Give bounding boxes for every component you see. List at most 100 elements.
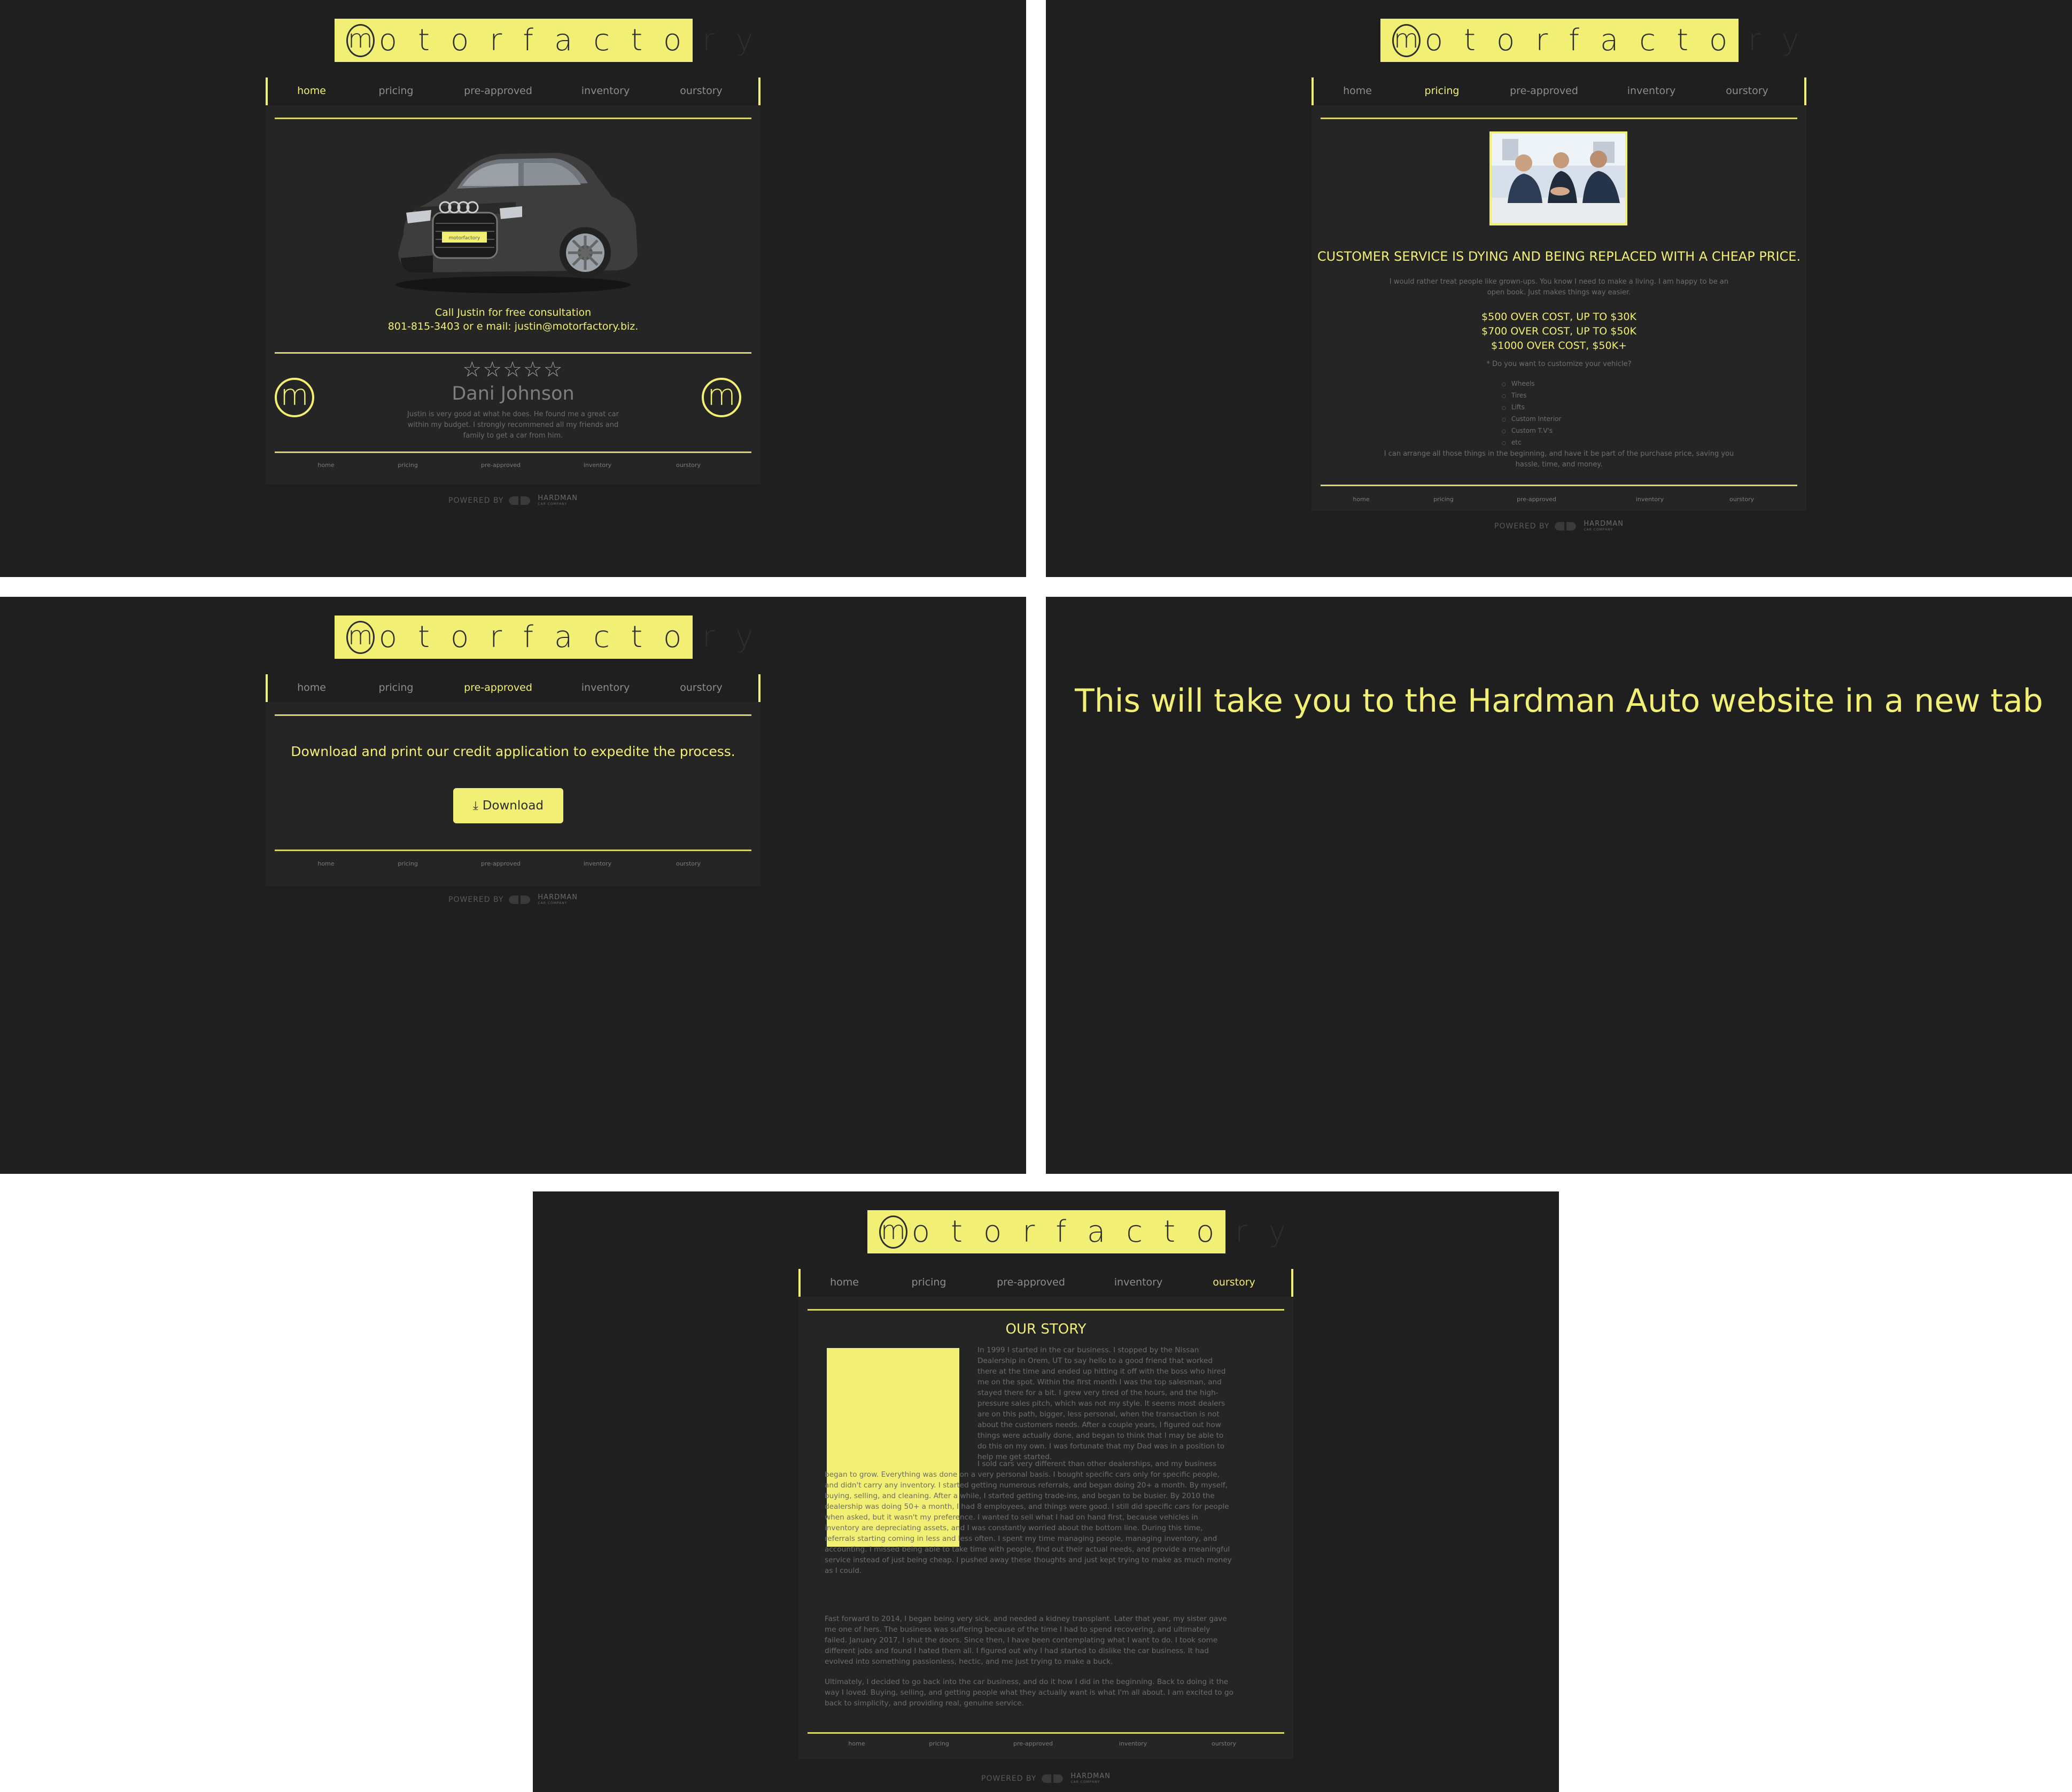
nav-inventory[interactable]: inventory — [581, 682, 630, 694]
logo-wordmark: otorfactory — [911, 1214, 1307, 1249]
powered-by[interactable]: POWERED BY HARDMAN CAR COMPANY — [1494, 520, 1624, 532]
list-item: Custom T.V's — [1502, 425, 1561, 437]
footer-nav-pricing[interactable]: pricing — [1433, 496, 1454, 503]
list-item: Lifts — [1502, 402, 1561, 414]
nav-home[interactable]: home — [1343, 85, 1372, 97]
list-item: Custom Interior — [1502, 414, 1562, 425]
footer-nav-home[interactable]: home — [317, 462, 334, 469]
download-label: Download — [482, 799, 544, 813]
footer-nav-home[interactable]: home — [317, 860, 334, 867]
nav-inventory[interactable]: inventory — [1627, 85, 1675, 97]
footer-nav-ourstory[interactable]: ourstory — [1212, 1740, 1236, 1747]
hardman-logo-icon — [1042, 1774, 1065, 1783]
price-tier-3: $1000 OVER COST, $50K+ — [1491, 340, 1627, 352]
rating-stars: ☆☆☆☆☆ — [462, 357, 564, 382]
site-logo[interactable]: m otorfactory — [335, 615, 753, 659]
powered-by[interactable]: POWERED BY HARDMAN CAR COMPANY — [981, 1773, 1111, 1784]
nav-inventory[interactable]: inventory — [581, 85, 630, 97]
car-image: motorfactory — [395, 153, 638, 293]
footer-nav-inventory[interactable]: inventory — [1119, 1740, 1147, 1747]
ourstory-page-screenshot: m otorfactory home pricing pre-approved … — [533, 1191, 1559, 1792]
divider — [808, 1309, 1284, 1311]
footer-nav-preapproved[interactable]: pre-approved — [1013, 1740, 1053, 1747]
divider — [275, 714, 751, 716]
powered-by[interactable]: POWERED BY HARDMAN CAR COMPANY — [448, 894, 578, 905]
main-nav: home pricing pre-approved inventory ours… — [266, 77, 760, 105]
price-tier-1: $500 OVER COST, UP TO $30K — [1481, 311, 1636, 323]
home-page-screenshot: m otorfactory home pricing pre-approved … — [0, 0, 1026, 577]
hardman-sub: CAR COMPANY — [538, 901, 568, 905]
pricing-page: m otorfactory home pricing pre-approved … — [1046, 0, 2072, 577]
footer-nav-inventory[interactable]: inventory — [584, 462, 611, 469]
footer-nav-inventory[interactable]: inventory — [1636, 496, 1664, 503]
hardman-name: HARDMAN — [1070, 1772, 1111, 1780]
footer-nav-ourstory[interactable]: ourstory — [1729, 496, 1754, 503]
nav-pricing[interactable]: pricing — [1425, 85, 1460, 97]
main-nav: home pricing pre-approved inventory ours… — [1312, 77, 1806, 105]
list-item: Wheels — [1502, 378, 1561, 390]
nav-home[interactable]: home — [830, 1276, 859, 1288]
hardman-logo-icon — [1555, 521, 1578, 531]
customize-list: Wheels Tires Lifts Custom Interior Custo… — [1502, 378, 1562, 449]
divider — [275, 850, 751, 851]
divider — [1321, 118, 1797, 119]
pricing-intro: I would rather treat people like grown-u… — [1389, 278, 1729, 297]
nav-preapproved[interactable]: pre-approved — [464, 85, 532, 97]
cta-line-1: Call Justin for free consultation — [434, 307, 592, 318]
nav-preapproved[interactable]: pre-approved — [464, 682, 532, 694]
footer-nav-pricing[interactable]: pricing — [929, 1740, 949, 1747]
list-item: etc — [1502, 437, 1561, 449]
nav-home[interactable]: home — [297, 682, 326, 694]
cta-line-2[interactable]: 801-815-3403 or e mail: justin@motorfact… — [0, 320, 1026, 333]
story-paragraph-1: In 1999 I started in the car business. I… — [977, 1346, 1226, 1461]
price-tier-2: $700 OVER COST, UP TO $50K — [1481, 325, 1636, 337]
logo-wordmark: otorfactory — [378, 619, 774, 655]
site-logo[interactable]: m otorfactory — [867, 1210, 1286, 1253]
footer-nav-inventory[interactable]: inventory — [584, 860, 611, 867]
footer-nav-pricing[interactable]: pricing — [398, 462, 418, 469]
logo-wordmark: otorfactory — [1424, 22, 1820, 58]
site-logo[interactable]: m otorfactory — [335, 19, 753, 62]
hardman-logo-icon — [509, 496, 532, 505]
nav-preapproved[interactable]: pre-approved — [997, 1276, 1065, 1288]
nav-ourstory[interactable]: ourstory — [680, 85, 723, 97]
footer-nav-ourstory[interactable]: ourstory — [676, 860, 701, 867]
footer-nav-home[interactable]: home — [848, 1740, 865, 1747]
nav-preapproved[interactable]: pre-approved — [1510, 85, 1578, 97]
download-button[interactable]: ⤓ Download — [453, 788, 563, 823]
customize-question: * Do you want to customize your vehicle? — [1486, 360, 1632, 368]
nav-ourstory[interactable]: ourstory — [1213, 1276, 1255, 1288]
logo-m-circle: m — [1392, 24, 1421, 57]
footer-nav-preapproved[interactable]: pre-approved — [481, 462, 521, 469]
powered-by-label: POWERED BY — [981, 1774, 1037, 1783]
hardman-name: HARDMAN — [538, 494, 578, 502]
story-title: OUR STORY — [1005, 1321, 1087, 1337]
footer-nav-preapproved[interactable]: pre-approved — [1517, 496, 1556, 503]
handshake-photo — [1489, 131, 1627, 225]
pricing-headline: CUSTOMER SERVICE IS DYING AND BEING REPL… — [1317, 249, 1801, 264]
reviewer-name: Dani Johnson — [452, 383, 575, 404]
divider — [1321, 485, 1797, 486]
logo-m-circle: m — [879, 1215, 907, 1249]
credit-message: Download and print our credit applicatio… — [291, 744, 735, 759]
footer-nav-home[interactable]: home — [1353, 496, 1369, 503]
footer-nav-pricing[interactable]: pricing — [398, 860, 418, 867]
list-item: Tires — [1502, 390, 1561, 402]
nav-pricing[interactable]: pricing — [912, 1276, 946, 1288]
nav-home[interactable]: home — [297, 85, 326, 97]
pricing-outro: I can arrange all those things in the be… — [1384, 450, 1734, 469]
nav-pricing[interactable]: pricing — [379, 85, 414, 97]
nav-inventory[interactable]: inventory — [1114, 1276, 1162, 1288]
nav-ourstory[interactable]: ourstory — [1726, 85, 1768, 97]
redirect-message: This will take you to the Hardman Auto w… — [1075, 682, 2043, 720]
hardman-sub: CAR COMPANY — [538, 502, 568, 506]
footer-nav-preapproved[interactable]: pre-approved — [481, 860, 521, 867]
nav-pricing[interactable]: pricing — [379, 682, 414, 694]
story-paragraph-4: Ultimately, I decided to go back into th… — [825, 1678, 1233, 1708]
powered-by[interactable]: POWERED BY HARDMAN CAR COMPANY — [448, 495, 578, 506]
site-logo[interactable]: m otorfactory — [1380, 19, 1799, 62]
nav-ourstory[interactable]: ourstory — [680, 682, 723, 694]
footer-nav-ourstory[interactable]: ourstory — [676, 462, 701, 469]
divider — [808, 1732, 1284, 1734]
story-paragraph-3: Fast forward to 2014, I began being very… — [825, 1615, 1227, 1666]
